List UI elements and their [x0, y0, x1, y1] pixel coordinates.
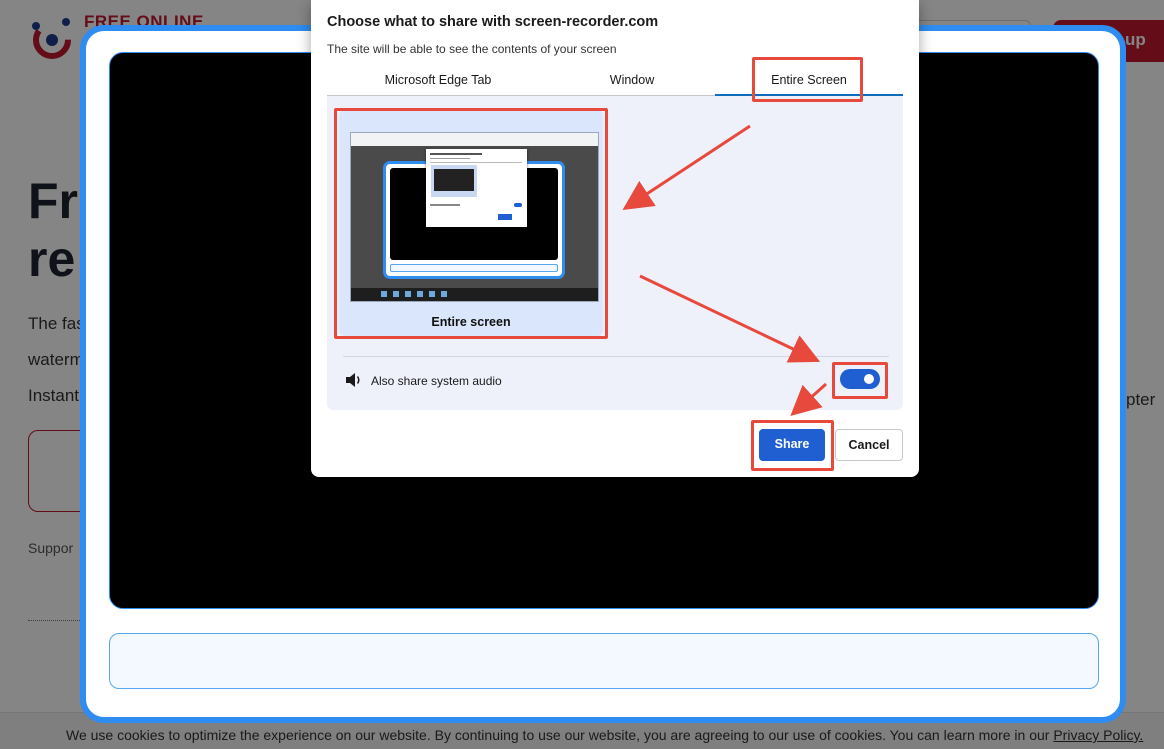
arrow-to-share-button: [790, 382, 828, 417]
arrow-to-audio-toggle: [639, 274, 821, 363]
annotation-arrows: [622, 124, 828, 417]
arrow-to-thumbnail: [622, 124, 751, 210]
